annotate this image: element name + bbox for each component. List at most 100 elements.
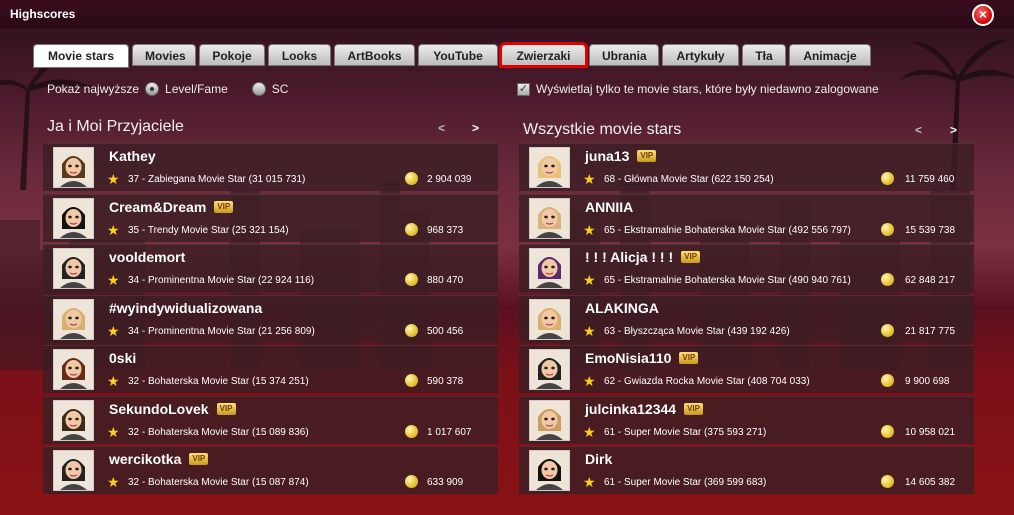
list-item[interactable]: #wyindywidualizowana ★ 34 - Prominentna … xyxy=(43,294,498,343)
list-item[interactable]: SekundoLovek VIP ★ 32 - Bohaterska Movie … xyxy=(43,395,498,444)
username-text[interactable]: julcinka12344 xyxy=(585,401,676,417)
avatar[interactable] xyxy=(529,197,570,239)
all-stars-next-arrow[interactable]: > xyxy=(950,123,957,137)
username[interactable]: Cream&Dream VIP xyxy=(109,199,234,215)
username-text[interactable]: Kathey xyxy=(109,148,156,164)
tab-looks[interactable]: Looks xyxy=(268,44,331,66)
sc-amount: 15 539 738 xyxy=(905,224,956,236)
radio-level-fame-label[interactable]: Level/Fame xyxy=(165,82,228,96)
star-icon: ★ xyxy=(107,171,120,187)
username[interactable]: #wyindywidualizowana xyxy=(109,300,262,316)
avatar[interactable] xyxy=(53,399,94,441)
avatar[interactable] xyxy=(53,248,94,289)
list-item[interactable]: juna13 VIP ★ 68 - Główna Movie Star (622 … xyxy=(519,143,974,191)
list-item[interactable]: 0ski ★ 32 - Bohaterska Movie Star (15 37… xyxy=(43,345,498,393)
all-stars-prev-arrow[interactable]: < xyxy=(915,123,922,137)
avatar[interactable] xyxy=(53,450,94,491)
star-icon: ★ xyxy=(583,272,596,288)
star-icon: ★ xyxy=(107,373,120,389)
avatar[interactable] xyxy=(53,197,94,239)
star-icon: ★ xyxy=(107,423,120,440)
avatar[interactable] xyxy=(529,450,570,491)
sc-amount: 500 456 xyxy=(427,325,464,337)
list-item[interactable]: wercikotka VIP ★ 32 - Bohaterska Movie St… xyxy=(43,446,498,494)
star-icon: ★ xyxy=(107,272,120,288)
tab-ubrania[interactable]: Ubrania xyxy=(589,44,659,66)
username[interactable]: juna13 VIP xyxy=(585,148,657,164)
avatar[interactable] xyxy=(529,147,570,188)
recent-filter-label[interactable]: Wyświetlaj tylko te movie stars, które b… xyxy=(536,82,879,96)
sc-coin-icon xyxy=(881,323,894,337)
tab-pokoje[interactable]: Pokoje xyxy=(199,44,265,66)
sc-amount: 11 759 460 xyxy=(905,174,955,185)
username[interactable]: EmoNisia110 VIP xyxy=(585,350,699,366)
tab-movie-stars[interactable]: Movie stars xyxy=(33,44,129,68)
username[interactable]: julcinka12344 VIP xyxy=(585,401,703,417)
tab-zwierzaki[interactable]: Zwierzaki xyxy=(499,42,588,68)
all-stars-section-title: Wszystkie movie stars xyxy=(523,121,682,138)
sc-amount: 2 904 039 xyxy=(427,174,472,185)
avatar[interactable] xyxy=(53,147,94,188)
radio-sc-label[interactable]: SC xyxy=(272,82,289,96)
avatar[interactable] xyxy=(529,298,570,340)
avatar-image xyxy=(54,148,93,187)
tab-movies[interactable]: Movies xyxy=(132,44,196,66)
avatar-image xyxy=(530,400,569,440)
list-item[interactable]: ANNIIA ★ 65 - Ekstramalnie Bohaterska Mo… xyxy=(519,193,974,242)
username-text[interactable]: juna13 xyxy=(585,148,629,164)
list-item[interactable]: Dirk ★ 61 - Super Movie Star (369 599 68… xyxy=(519,446,974,494)
list-item[interactable]: EmoNisia110 VIP ★ 62 - Gwiazda Rocka Movi… xyxy=(519,345,974,393)
avatar[interactable] xyxy=(529,349,570,390)
recent-filter-checkbox[interactable]: ✓ xyxy=(517,82,530,96)
tab-artykuly[interactable]: Artykuły xyxy=(662,44,739,66)
tab-artbooks[interactable]: ArtBooks xyxy=(334,44,415,66)
level-fame-text: 32 - Bohaterska Movie Star (15 374 251) xyxy=(128,376,309,387)
username[interactable]: wercikotka VIP xyxy=(109,451,209,467)
avatar[interactable] xyxy=(53,298,94,340)
friends-prev-arrow[interactable]: < xyxy=(438,121,445,135)
avatar[interactable] xyxy=(529,399,570,441)
vip-badge-icon: VIP xyxy=(189,453,209,465)
username-text[interactable]: ALAKINGA xyxy=(585,300,659,316)
username[interactable]: 0ski xyxy=(109,350,136,366)
tab-tla[interactable]: Tła xyxy=(742,44,786,66)
level-fame-text: 61 - Super Movie Star (369 599 683) xyxy=(604,477,767,488)
tab-youtube[interactable]: YouTube xyxy=(418,44,498,66)
sc-coin-icon xyxy=(405,273,418,286)
radio-level-fame[interactable] xyxy=(145,82,160,96)
friends-list: Kathey ★ 37 - Zabiegana Movie Star (31 0… xyxy=(43,143,498,497)
username-text[interactable]: 0ski xyxy=(109,350,136,366)
username-text[interactable]: ANNIIA xyxy=(585,199,633,215)
username[interactable]: ! ! ! Alicja ! ! ! VIP xyxy=(585,249,701,265)
username-text[interactable]: Dirk xyxy=(585,451,612,467)
username-text[interactable]: ! ! ! Alicja ! ! ! xyxy=(585,249,673,265)
friends-next-arrow[interactable]: > xyxy=(472,121,479,135)
list-item[interactable]: ALAKINGA ★ 63 - Błyszcząca Movie Star (4… xyxy=(519,294,974,343)
username-text[interactable]: #wyindywidualizowana xyxy=(109,300,262,316)
star-icon: ★ xyxy=(583,171,596,187)
username-text[interactable]: Cream&Dream xyxy=(109,199,206,215)
username-text[interactable]: wercikotka xyxy=(109,451,181,467)
avatar-image xyxy=(530,148,569,187)
level-fame-text: 62 - Gwiazda Rocka Movie Star (408 704 0… xyxy=(604,376,810,387)
sc-amount: 10 958 021 xyxy=(905,426,956,438)
username[interactable]: ALAKINGA xyxy=(585,300,659,316)
username[interactable]: Kathey xyxy=(109,148,156,164)
radio-sc[interactable] xyxy=(251,82,266,96)
list-item[interactable]: vooldemort ★ 34 - Prominentna Movie Star… xyxy=(43,244,498,292)
sc-coin-icon xyxy=(881,374,894,387)
username[interactable]: Dirk xyxy=(585,451,612,467)
tab-animacje[interactable]: Animacje xyxy=(789,44,871,66)
list-item[interactable]: julcinka12344 VIP ★ 61 - Super Movie Star… xyxy=(519,395,974,444)
list-item[interactable]: Cream&Dream VIP ★ 35 - Trendy Movie Star … xyxy=(43,193,498,242)
list-item[interactable]: Kathey ★ 37 - Zabiegana Movie Star (31 0… xyxy=(43,143,498,191)
username[interactable]: vooldemort xyxy=(109,249,185,265)
username[interactable]: SekundoLovek VIP xyxy=(109,401,236,417)
username-text[interactable]: vooldemort xyxy=(109,249,185,265)
avatar[interactable] xyxy=(529,248,570,289)
username-text[interactable]: SekundoLovek xyxy=(109,401,209,417)
username-text[interactable]: EmoNisia110 xyxy=(585,350,671,366)
list-item[interactable]: ! ! ! Alicja ! ! ! VIP ★ 65 - Ekstramalni… xyxy=(519,244,974,292)
username[interactable]: ANNIIA xyxy=(585,199,633,215)
avatar[interactable] xyxy=(53,349,94,390)
